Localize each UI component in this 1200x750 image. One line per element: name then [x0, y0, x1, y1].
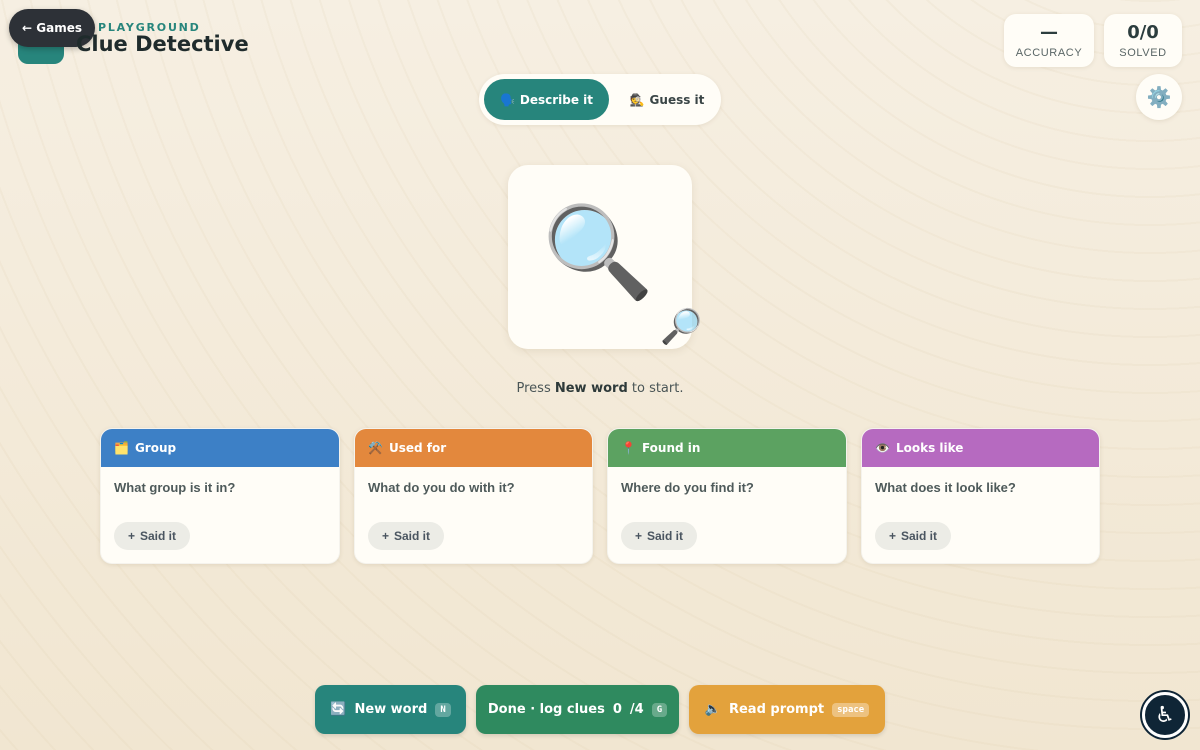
clue-title: Group	[134, 441, 177, 455]
done-log-clues-button[interactable]: Done · log clues 0 /4 G	[476, 685, 679, 734]
read-prompt-label: Read prompt	[728, 702, 825, 717]
wheelchair-icon: ♿	[1155, 702, 1175, 728]
clue-header: 🗂️ Group	[101, 429, 339, 467]
solved-label: SOLVED	[1119, 47, 1167, 59]
tab-describe[interactable]: 🗣️ Describe it	[484, 79, 609, 120]
solved-value: 0/0	[1127, 22, 1159, 43]
done-label: Done · log clues	[487, 702, 605, 717]
clue-total: /4	[629, 702, 644, 717]
magnifying-glass-icon: 🔍	[541, 200, 655, 305]
speaker-icon: 🔈	[704, 702, 721, 717]
accuracy-stat: — ACCURACY	[1004, 14, 1094, 67]
shortcut-key-n: N	[435, 702, 451, 717]
plus-icon: +	[127, 529, 135, 543]
eye-icon: 👁️	[875, 441, 890, 455]
clue-title: Found in	[641, 441, 701, 455]
plus-icon: +	[634, 529, 642, 543]
settings-button[interactable]: ⚙️	[1136, 74, 1182, 120]
clue-card-used-for: ⚒️ Used for What do you do with it? + Sa…	[354, 428, 593, 564]
said-it-button-group[interactable]: + Said it	[114, 522, 190, 550]
speaking-head-icon: 🗣️	[499, 92, 515, 107]
clue-question: What group is it in?	[114, 480, 236, 495]
new-word-button[interactable]: 🔄 New word N	[315, 685, 466, 734]
shortcut-key-space: space	[832, 702, 870, 717]
read-prompt-button[interactable]: 🔈 Read prompt space	[689, 685, 885, 734]
magnifying-glass-badge-icon: 🔎	[660, 307, 703, 347]
page-title: Clue Detective	[76, 32, 249, 56]
folder-icon: 🗂️	[114, 441, 129, 455]
clue-count: 0	[612, 702, 622, 717]
said-it-button-looks-like[interactable]: + Said it	[875, 522, 951, 550]
start-prompt: Press New word to start.	[516, 381, 684, 396]
pin-icon: 📍	[621, 441, 636, 455]
mode-toggle: 🗣️ Describe it 🕵️ Guess it	[479, 74, 721, 125]
clue-card-found-in: 📍 Found in Where do you find it? + Said …	[607, 428, 847, 564]
tab-guess-label: Guess it	[649, 92, 705, 107]
clue-title: Used for	[388, 441, 447, 455]
clue-card-group: 🗂️ Group What group is it in? + Said it	[100, 428, 340, 564]
plus-icon: +	[888, 529, 896, 543]
clue-question: What do you do with it?	[368, 480, 515, 495]
tab-guess[interactable]: 🕵️ Guess it	[617, 79, 717, 120]
solved-stat: 0/0 SOLVED	[1104, 14, 1182, 67]
plus-icon: +	[381, 529, 389, 543]
detective-icon: 🕵️	[629, 92, 645, 107]
tab-describe-label: Describe it	[519, 92, 594, 107]
new-word-label: New word	[354, 702, 428, 717]
clue-title: Looks like	[895, 441, 964, 455]
said-it-button-used-for[interactable]: + Said it	[368, 522, 444, 550]
clue-question: Where do you find it?	[621, 480, 754, 495]
said-it-button-found-in[interactable]: + Said it	[621, 522, 697, 550]
hammer-pick-icon: ⚒️	[368, 441, 383, 455]
accuracy-value: —	[1040, 22, 1058, 43]
accessibility-button[interactable]: ♿	[1142, 692, 1188, 738]
clue-header: ⚒️ Used for	[355, 429, 592, 467]
clue-header: 👁️ Looks like	[862, 429, 1099, 467]
clue-card-looks-like: 👁️ Looks like What does it look like? + …	[861, 428, 1100, 564]
refresh-icon: 🔄	[330, 702, 347, 717]
prompt-keyword: New word	[554, 381, 628, 396]
clue-question: What does it look like?	[875, 480, 1016, 495]
accuracy-label: ACCURACY	[1015, 47, 1083, 59]
gear-icon: ⚙️	[1146, 85, 1172, 109]
clue-header: 📍 Found in	[608, 429, 846, 467]
shortcut-key-g: G	[651, 702, 668, 717]
